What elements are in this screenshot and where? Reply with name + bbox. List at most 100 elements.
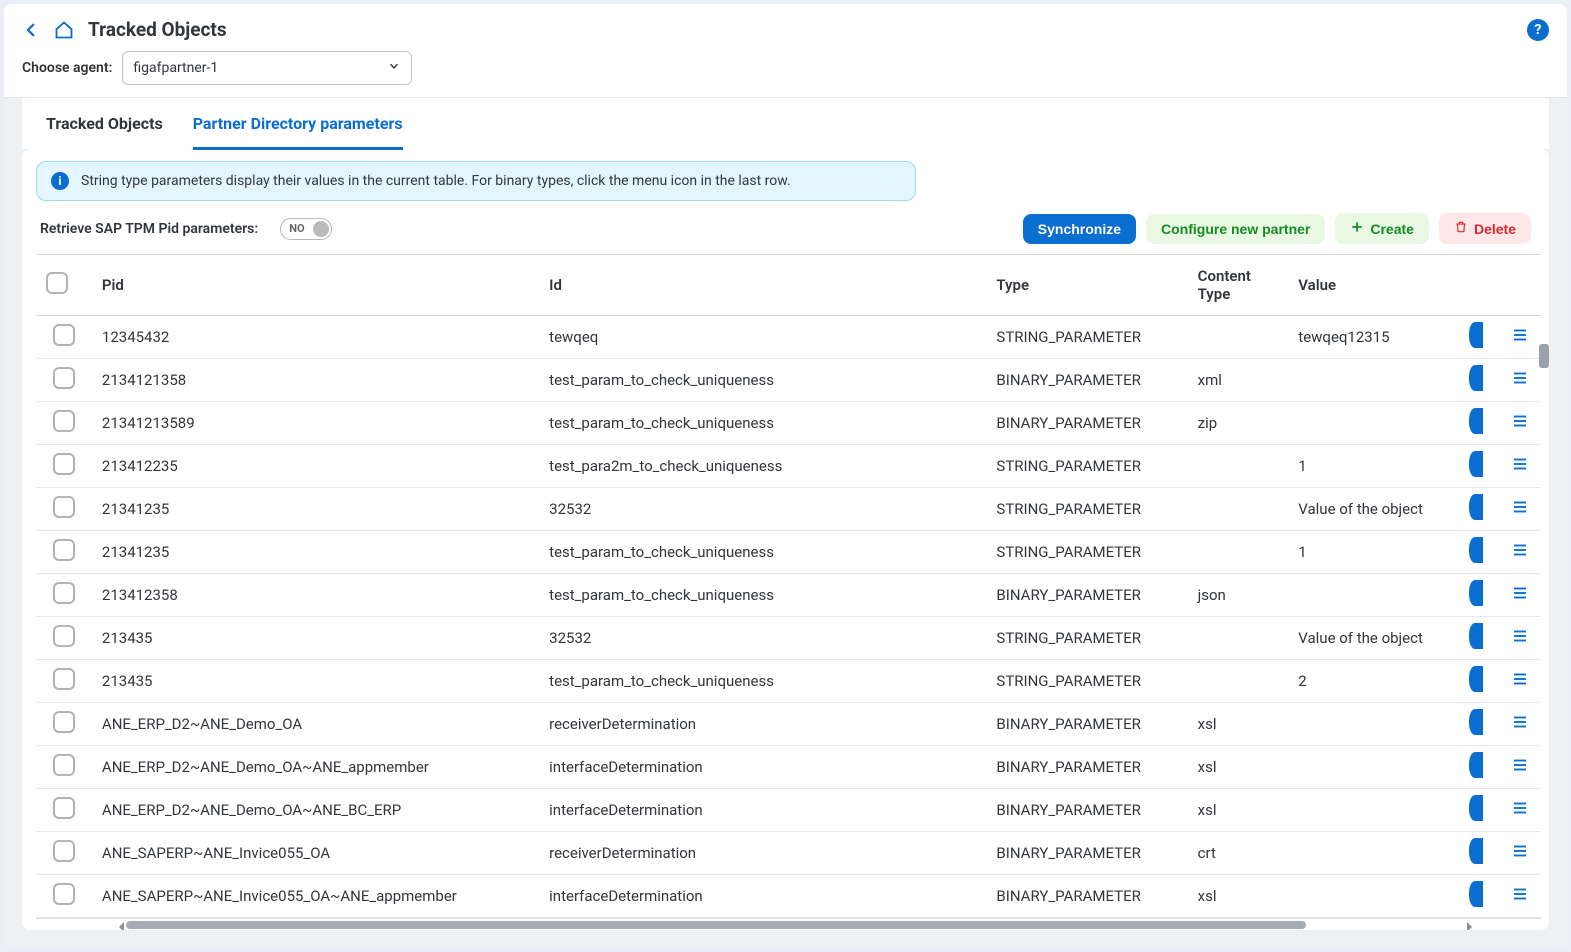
col-header-pid[interactable]: Pid [92, 255, 539, 316]
row-checkbox[interactable] [53, 367, 75, 389]
col-header-type[interactable]: Type [986, 255, 1187, 316]
row-checkbox[interactable] [53, 797, 75, 819]
row-menu-icon[interactable] [1511, 631, 1529, 649]
horizontal-scrollbar[interactable] [36, 918, 1541, 930]
row-checkbox[interactable] [53, 410, 75, 432]
row-menu-icon[interactable] [1511, 760, 1529, 778]
table-row[interactable]: 21343532532STRING_PARAMETERValue of the … [36, 617, 1541, 660]
cell-value: Value of the object [1288, 617, 1467, 660]
row-menu-icon[interactable] [1511, 502, 1529, 520]
table-row[interactable]: 21341235test_param_to_check_uniquenessST… [36, 531, 1541, 574]
row-tag-icon[interactable] [1469, 881, 1483, 907]
row-checkbox[interactable] [53, 324, 75, 346]
row-checkbox[interactable] [53, 754, 75, 776]
cell-id: test_param_to_check_uniqueness [539, 531, 986, 574]
select-all-checkbox[interactable] [46, 272, 68, 294]
row-menu-icon[interactable] [1511, 889, 1529, 907]
configure-new-partner-button[interactable]: Configure new partner [1146, 214, 1325, 244]
agent-select[interactable]: figafpartner-1 [122, 51, 412, 85]
table-row[interactable]: 12345432tewqeqSTRING_PARAMETERtewqeq1231… [36, 316, 1541, 359]
cell-content-type: xsl [1188, 746, 1289, 789]
cell-value [1288, 703, 1467, 746]
cell-value: 1 [1288, 531, 1467, 574]
table-row[interactable]: 213412358test_param_to_check_uniquenessB… [36, 574, 1541, 617]
create-button[interactable]: Create [1335, 213, 1429, 244]
cell-id: test_param_to_check_uniqueness [539, 402, 986, 445]
cell-id: test_para2m_to_check_uniqueness [539, 445, 986, 488]
table-row[interactable]: 213412235test_para2m_to_check_uniqueness… [36, 445, 1541, 488]
row-tag-icon[interactable] [1469, 666, 1483, 692]
delete-button[interactable]: Delete [1439, 213, 1531, 244]
retrieve-toggle[interactable]: NO [280, 218, 332, 240]
table-row[interactable]: ANE_ERP_D2~ANE_Demo_OA~ANE_appmemberinte… [36, 746, 1541, 789]
home-icon[interactable] [54, 20, 74, 40]
cell-pid: ANE_ERP_D2~ANE_Demo_OA [92, 703, 539, 746]
row-menu-icon[interactable] [1511, 545, 1529, 563]
row-menu-icon[interactable] [1511, 803, 1529, 821]
row-tag-icon[interactable] [1469, 537, 1483, 563]
row-menu-icon[interactable] [1511, 416, 1529, 434]
col-header-id[interactable]: Id [539, 255, 986, 316]
table-row[interactable]: 2134121358test_param_to_check_uniqueness… [36, 359, 1541, 402]
row-tag-icon[interactable] [1469, 795, 1483, 821]
row-tag-icon[interactable] [1469, 709, 1483, 735]
row-tag-icon[interactable] [1469, 408, 1483, 434]
row-checkbox[interactable] [53, 840, 75, 862]
row-tag-icon[interactable] [1469, 752, 1483, 778]
table-row[interactable]: ANE_ERP_D2~ANE_Demo_OAreceiverDeterminat… [36, 703, 1541, 746]
col-header-value[interactable]: Value [1288, 255, 1467, 316]
cell-pid: 12345432 [92, 316, 539, 359]
row-tag-icon[interactable] [1469, 580, 1483, 606]
table-row[interactable]: ANE_SAPERP~ANE_Invice055_OA~ANE_appmembe… [36, 875, 1541, 918]
horizontal-scrollbar-thumb[interactable] [126, 921, 1306, 929]
row-checkbox[interactable] [53, 496, 75, 518]
cell-type: STRING_PARAMETER [986, 660, 1187, 703]
cell-type: BINARY_PARAMETER [986, 574, 1187, 617]
table-row[interactable]: 213435test_param_to_check_uniquenessSTRI… [36, 660, 1541, 703]
agent-selected-value: figafpartner-1 [133, 60, 218, 76]
row-tag-icon[interactable] [1469, 365, 1483, 391]
row-menu-icon[interactable] [1511, 588, 1529, 606]
back-icon[interactable] [22, 21, 40, 39]
cell-pid: 213412358 [92, 574, 539, 617]
table-row[interactable]: ANE_ERP_D2~ANE_Demo_OA~ANE_BC_ERPinterfa… [36, 789, 1541, 832]
row-menu-icon[interactable] [1511, 330, 1529, 348]
row-tag-icon[interactable] [1469, 494, 1483, 520]
row-checkbox[interactable] [53, 453, 75, 475]
help-icon[interactable]: ? [1527, 19, 1549, 41]
row-menu-icon[interactable] [1511, 717, 1529, 735]
synchronize-button[interactable]: Synchronize [1023, 214, 1136, 244]
cell-value: tewqeq12315 [1288, 316, 1467, 359]
row-tag-icon[interactable] [1469, 838, 1483, 864]
row-checkbox[interactable] [53, 539, 75, 561]
table-row[interactable]: ANE_SAPERP~ANE_Invice055_OAreceiverDeter… [36, 832, 1541, 875]
vertical-scrollbar-thumb[interactable] [1539, 344, 1549, 368]
row-menu-icon[interactable] [1511, 459, 1529, 477]
table-wrap: Pid Id Type Content Type Value 12345432t… [22, 254, 1549, 930]
cell-pid: ANE_ERP_D2~ANE_Demo_OA~ANE_appmember [92, 746, 539, 789]
row-checkbox[interactable] [53, 668, 75, 690]
row-menu-icon[interactable] [1511, 373, 1529, 391]
row-tag-icon[interactable] [1469, 623, 1483, 649]
col-header-content-type[interactable]: Content Type [1188, 255, 1289, 316]
row-checkbox[interactable] [53, 883, 75, 905]
row-tag-icon[interactable] [1469, 451, 1483, 477]
cell-value: Value of the object [1288, 488, 1467, 531]
table-row[interactable]: 21341213589test_param_to_check_uniquenes… [36, 402, 1541, 445]
cell-content-type [1188, 660, 1289, 703]
row-tag-icon[interactable] [1469, 322, 1483, 348]
row-checkbox[interactable] [53, 711, 75, 733]
row-checkbox[interactable] [53, 625, 75, 647]
cell-type: BINARY_PARAMETER [986, 703, 1187, 746]
cell-id: test_param_to_check_uniqueness [539, 359, 986, 402]
cell-id: test_param_to_check_uniqueness [539, 660, 986, 703]
cell-value [1288, 574, 1467, 617]
tab-tracked-objects[interactable]: Tracked Objects [46, 98, 163, 149]
cell-pid: ANE_SAPERP~ANE_Invice055_OA~ANE_appmembe… [92, 875, 539, 918]
row-menu-icon[interactable] [1511, 674, 1529, 692]
tab-partner-directory-parameters[interactable]: Partner Directory parameters [193, 98, 403, 150]
tabs: Tracked Objects Partner Directory parame… [22, 98, 1549, 149]
row-checkbox[interactable] [53, 582, 75, 604]
table-row[interactable]: 2134123532532STRING_PARAMETERValue of th… [36, 488, 1541, 531]
row-menu-icon[interactable] [1511, 846, 1529, 864]
